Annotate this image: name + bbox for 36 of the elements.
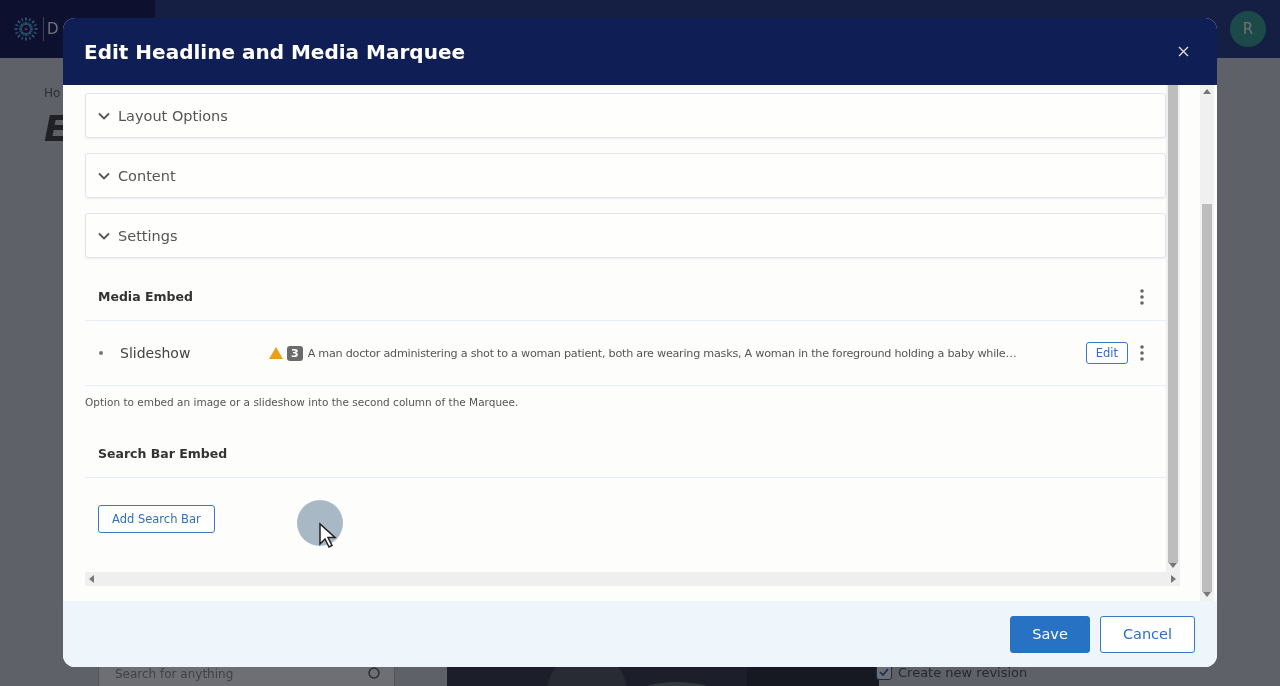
scroll-up-arrow-icon[interactable]: [1203, 89, 1211, 94]
close-icon: [1178, 46, 1189, 57]
help-text: Option to embed an image or a slideshow into the second column of the Marquee.: [85, 396, 520, 408]
section-title: Search Bar Embed: [98, 446, 228, 461]
scroll-down-arrow-icon[interactable]: [1203, 592, 1211, 597]
check-icon: [879, 668, 889, 676]
accordion-header[interactable]: Content: [85, 153, 1166, 198]
cancel-button[interactable]: Cancel: [1099, 615, 1195, 653]
media-description: A man doctor administering a shot to a woman patient, both are wearing masks, A woman in the foreground holding a baby while…: [307, 346, 1018, 360]
logo-icon: [12, 15, 40, 43]
dialog-title: Edit Headline and Media Marquee: [84, 39, 465, 64]
scroll-right-arrow-icon[interactable]: [1171, 575, 1176, 583]
scroll-left-arrow-icon[interactable]: [89, 575, 94, 583]
count-badge: 3: [287, 345, 303, 361]
section-title: Media Embed: [98, 289, 193, 304]
horizontal-scrollbar[interactable]: [85, 572, 1180, 586]
more-icon: [1140, 288, 1144, 305]
brand-name: D: [43, 17, 59, 41]
add-search-bar-button[interactable]: Add Search Bar: [98, 505, 215, 533]
accordion-header[interactable]: Layout Options: [85, 93, 1166, 138]
close-button[interactable]: [1178, 46, 1189, 57]
bullet-icon: [99, 351, 103, 355]
scroll-thumb[interactable]: [1202, 204, 1212, 592]
more-button[interactable]: [1138, 343, 1146, 363]
save-button[interactable]: Save: [1010, 615, 1090, 653]
more-icon: [1140, 345, 1144, 361]
accordion-header[interactable]: Settings: [85, 213, 1166, 258]
cursor-icon: [297, 500, 345, 550]
search-icon: [368, 667, 382, 681]
vertical-scrollbar[interactable]: [1166, 85, 1180, 572]
media-type: Slideshow: [120, 345, 192, 361]
edit-button[interactable]: Edit: [1085, 342, 1128, 364]
more-button[interactable]: [1138, 286, 1146, 307]
scroll-thumb[interactable]: [1168, 85, 1178, 563]
outer-scrollbar[interactable]: [1200, 85, 1214, 601]
scroll-down-arrow-icon[interactable]: [1169, 563, 1177, 568]
